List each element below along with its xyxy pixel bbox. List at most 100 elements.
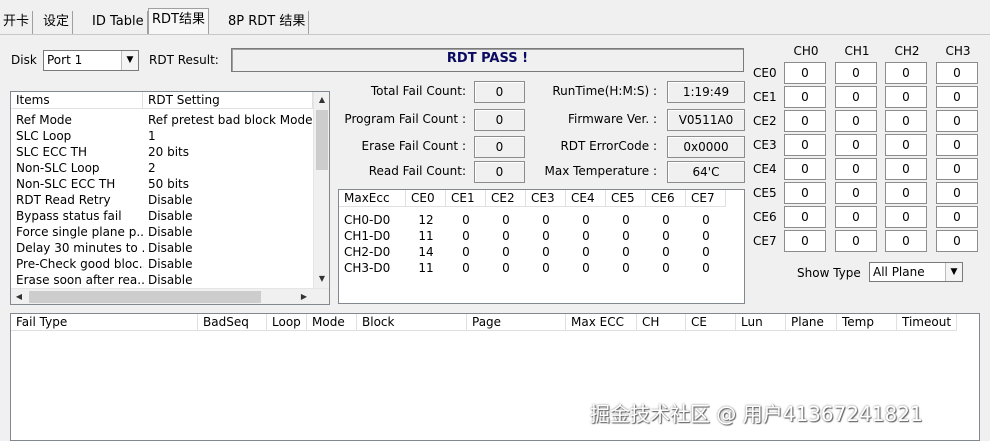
fail-table-header[interactable]: Max ECC [566, 314, 637, 331]
settings-value: Disable [148, 209, 193, 223]
ecc-cell: 11 [418, 261, 434, 275]
ecc-row-label: CH3-D0 [344, 261, 391, 275]
ch-ce-value: 0 [885, 110, 927, 132]
disk-select[interactable]: Port 1 ▼ [43, 50, 139, 71]
ch-ce-value: 0 [835, 134, 877, 156]
scroll-up-icon[interactable]: ▲ [314, 92, 329, 108]
ecc-cell: 0 [502, 213, 510, 227]
settings-item: Bypass status fail [16, 209, 122, 223]
ch-ce-value: 0 [936, 230, 978, 252]
ecc-cell: 0 [462, 213, 470, 227]
watermark-text: 掘金技术社区 @ 用户41367241821 [590, 402, 923, 426]
scroll-right-icon[interactable]: ▶ [296, 289, 312, 304]
fail-table-header[interactable]: Loop [267, 314, 307, 331]
fail-table-header[interactable]: CH [637, 314, 686, 331]
tab-rdt-result[interactable]: RDT结果 [148, 8, 209, 35]
settings-value: 2 [148, 161, 156, 175]
ecc-cell: 0 [702, 213, 710, 227]
rdt-settings-list[interactable]: Items RDT Setting Ref Mode Ref pretest ba… [10, 91, 330, 305]
ecc-header[interactable]: CE7 [686, 190, 726, 207]
fail-count-label: Total Fail Count: [370, 84, 466, 98]
ch-ce-value: 0 [885, 182, 927, 204]
fail-table-header[interactable]: BadSeq [198, 314, 267, 331]
settings-header-rdt-setting[interactable]: RDT Setting [143, 92, 313, 109]
fail-table-header[interactable]: Mode [307, 314, 357, 331]
disk-label: Disk [11, 53, 37, 67]
fail-table-header[interactable]: Timeout [897, 314, 957, 331]
channel-header: CH2 [894, 44, 920, 58]
ecc-header[interactable]: CE6 [646, 190, 686, 207]
settings-item: Ref Mode [16, 113, 72, 127]
ch-ce-value: 0 [835, 62, 877, 84]
tab-open-card[interactable]: 开卡 [0, 11, 34, 34]
show-type-value: All Plane [873, 265, 925, 279]
settings-item: RDT Read Retry [16, 193, 111, 207]
ecc-cell: 11 [418, 229, 434, 243]
fail-table-header[interactable]: CE [686, 314, 736, 331]
ecc-cell: 14 [418, 245, 434, 259]
settings-item: Erase soon after rea... [16, 273, 144, 287]
ecc-cell: 0 [622, 245, 630, 259]
settings-vertical-scrollbar[interactable]: ▲ ▼ [313, 92, 329, 288]
ch-ce-value: 0 [936, 134, 978, 156]
settings-item: Non-SLC ECC TH [16, 177, 116, 191]
fail-table-header[interactable]: Fail Type [11, 314, 198, 331]
info-label: Max Temperature : [544, 164, 658, 178]
disk-select-value: Port 1 [47, 53, 83, 67]
tab-id-table[interactable]: ID Table [89, 11, 148, 34]
tab-settings[interactable]: 设定 [40, 11, 74, 34]
ecc-cell: 0 [662, 213, 670, 227]
ecc-header[interactable]: CE0 [406, 190, 446, 207]
ch-ce-value: 0 [784, 110, 826, 132]
settings-scroll-thumb[interactable] [316, 110, 328, 170]
max-ecc-table[interactable]: MaxEcc CE0 CE1 CE2 CE3 CE4 CE5 CE6 CE7 CH0-D0 12 0 0… [338, 189, 745, 304]
scroll-down-icon[interactable]: ▼ [314, 271, 329, 287]
ecc-cell: 0 [542, 245, 550, 259]
ecc-header[interactable]: MaxEcc [339, 190, 406, 207]
scroll-left-icon[interactable]: ◀ [11, 289, 27, 304]
rdt-result-value: RDT PASS ! [231, 48, 744, 72]
info-value: 1:19:49 [667, 81, 745, 103]
ce-label: CE0 [753, 66, 777, 80]
fail-table-header[interactable]: Block [357, 314, 467, 331]
settings-value: 1 [148, 129, 156, 143]
fail-table-header[interactable]: Page [467, 314, 566, 331]
fail-count-value: 0 [474, 161, 525, 183]
ce-label: CE7 [753, 234, 777, 248]
settings-hscroll-thumb[interactable] [29, 291, 261, 303]
ecc-cell: 0 [462, 229, 470, 243]
ecc-header[interactable]: CE1 [446, 190, 486, 207]
ecc-cell: 0 [622, 261, 630, 275]
channel-header: CH0 [793, 44, 819, 58]
ecc-header[interactable]: CE2 [486, 190, 526, 207]
ecc-header[interactable]: CE5 [606, 190, 646, 207]
ecc-cell: 0 [542, 229, 550, 243]
ecc-cell: 0 [662, 245, 670, 259]
settings-value: Disable [148, 273, 193, 287]
ch-ce-value: 0 [885, 62, 927, 84]
settings-horizontal-scrollbar[interactable]: ◀ ▶ [11, 288, 329, 304]
ch-ce-value: 0 [835, 230, 877, 252]
fail-count-value: 0 [474, 136, 525, 158]
tab-8p-rdt-result[interactable]: 8P RDT 结果 [225, 11, 310, 34]
ecc-row-label: CH0-D0 [344, 213, 391, 227]
ecc-header[interactable]: CE4 [566, 190, 606, 207]
settings-header-items[interactable]: Items [11, 92, 143, 109]
ecc-row-label: CH2-D0 [344, 245, 391, 259]
ecc-header[interactable]: CE3 [526, 190, 566, 207]
settings-value: Disable [148, 257, 193, 271]
info-value: 0x0000 [667, 136, 745, 158]
show-type-select[interactable]: All Plane ▼ [869, 262, 963, 282]
ecc-cell: 0 [542, 261, 550, 275]
settings-item: SLC Loop [16, 129, 72, 143]
info-label: RDT ErrorCode : [560, 139, 657, 153]
ecc-cell: 0 [662, 261, 670, 275]
ch-ce-value: 0 [835, 182, 877, 204]
ch-ce-value: 0 [936, 158, 978, 180]
tab-divider [0, 34, 990, 35]
fail-table-header[interactable]: Temp [837, 314, 897, 331]
ce-label: CE5 [753, 186, 777, 200]
ecc-cell: 12 [418, 213, 434, 227]
fail-table-header[interactable]: Lun [736, 314, 786, 331]
fail-table-header[interactable]: Plane [786, 314, 837, 331]
